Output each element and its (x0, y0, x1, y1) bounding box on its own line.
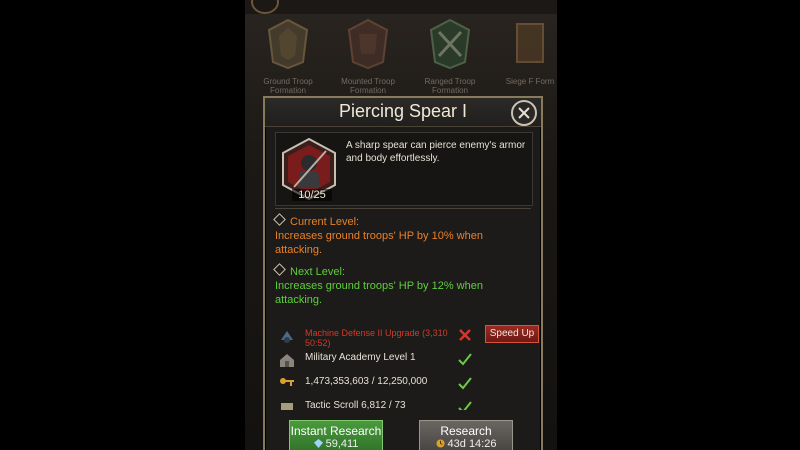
check-icon (458, 377, 472, 390)
check-icon (458, 353, 472, 366)
current-level-heading: Current Level: (290, 216, 360, 228)
requirement-text: Machine Defense II Upgrade (3,310 50:52) (305, 328, 448, 348)
machine-icon (281, 331, 293, 343)
check-icon (458, 401, 472, 410)
current-level-block: Current Level: Increases ground troops' … (273, 213, 531, 257)
next-level-heading: Next Level: (290, 266, 346, 278)
scroll-icon (281, 403, 293, 410)
siege-formation-icon (516, 23, 544, 63)
dialog-header: Piercing Spear I (265, 98, 541, 127)
academy-icon (280, 354, 294, 367)
key-icon (280, 378, 294, 386)
instant-research-cost: 59,411 (325, 438, 359, 450)
top-bar (245, 0, 557, 14)
research-label: Research (440, 424, 492, 438)
close-button[interactable] (511, 100, 537, 126)
requirement-row: Machine Defense II Upgrade (3,310 50:52)… (275, 325, 539, 348)
level-progress: 10/25 (292, 189, 332, 201)
diamond-icon (273, 263, 286, 276)
tree-node-label: Ground Troop Formation (263, 77, 313, 95)
ranged-formation-icon (429, 18, 471, 70)
research-tree-background: Ground Troop Formation Mounted Troop For… (245, 14, 557, 95)
dialog-title: Piercing Spear I (338, 101, 468, 121)
next-level-block: Next Level: Increases ground troops' HP … (273, 263, 531, 307)
divider (275, 208, 531, 209)
game-screen: Ground Troop Formation Mounted Troop For… (245, 0, 557, 450)
research-icon-frame: 10/25 (280, 137, 338, 201)
requirement-text: Military Academy Level 1 (305, 352, 416, 363)
requirement-text: Tactic Scroll 6,812 / 73 (305, 400, 406, 410)
tree-node-ranged[interactable]: Ranged Troop Formation (417, 18, 483, 95)
requirement-row: 1,473,353,603 / 12,250,000 (275, 374, 531, 394)
research-time: 43d 14:26 (447, 438, 497, 450)
diamond-icon (273, 213, 286, 226)
tree-node-mounted[interactable]: Mounted Troop Formation (335, 18, 401, 95)
tree-node-label: Siege F Form (505, 77, 555, 86)
research-button[interactable]: Research 43d 14:26 (419, 420, 513, 450)
current-level-text: Increases ground troops' HP by 10% when … (275, 230, 483, 256)
requirement-text: 1,473,353,603 / 12,250,000 (305, 376, 428, 387)
research-summary: 10/25 A sharp spear can pierce enemy's a… (275, 132, 533, 206)
ground-formation-icon (267, 18, 309, 70)
research-description: A sharp spear can pierce enemy's armor a… (346, 140, 526, 164)
tree-node-label: Mounted Troop Formation (341, 77, 395, 95)
next-level-text: Increases ground troops' HP by 12% when … (275, 280, 483, 306)
instant-research-button[interactable]: Instant Research 59,411 (289, 420, 383, 450)
tree-node-label: Ranged Troop Formation (424, 77, 476, 95)
close-icon (518, 107, 530, 119)
gem-icon (313, 439, 323, 448)
research-dialog: Piercing Spear I 10/25 A sharp spear can… (263, 96, 543, 450)
mounted-formation-icon (347, 18, 389, 70)
instant-research-label: Instant Research (290, 424, 382, 438)
clock-icon (435, 439, 445, 448)
cross-icon (459, 329, 471, 341)
speed-up-button[interactable]: Speed Up (485, 325, 539, 343)
requirement-row: Military Academy Level 1 (275, 350, 531, 370)
tree-node-siege[interactable]: Siege F Form (497, 18, 557, 86)
tree-node-ground[interactable]: Ground Troop Formation (255, 18, 321, 95)
requirement-row: Tactic Scroll 6,812 / 73 (275, 398, 531, 410)
